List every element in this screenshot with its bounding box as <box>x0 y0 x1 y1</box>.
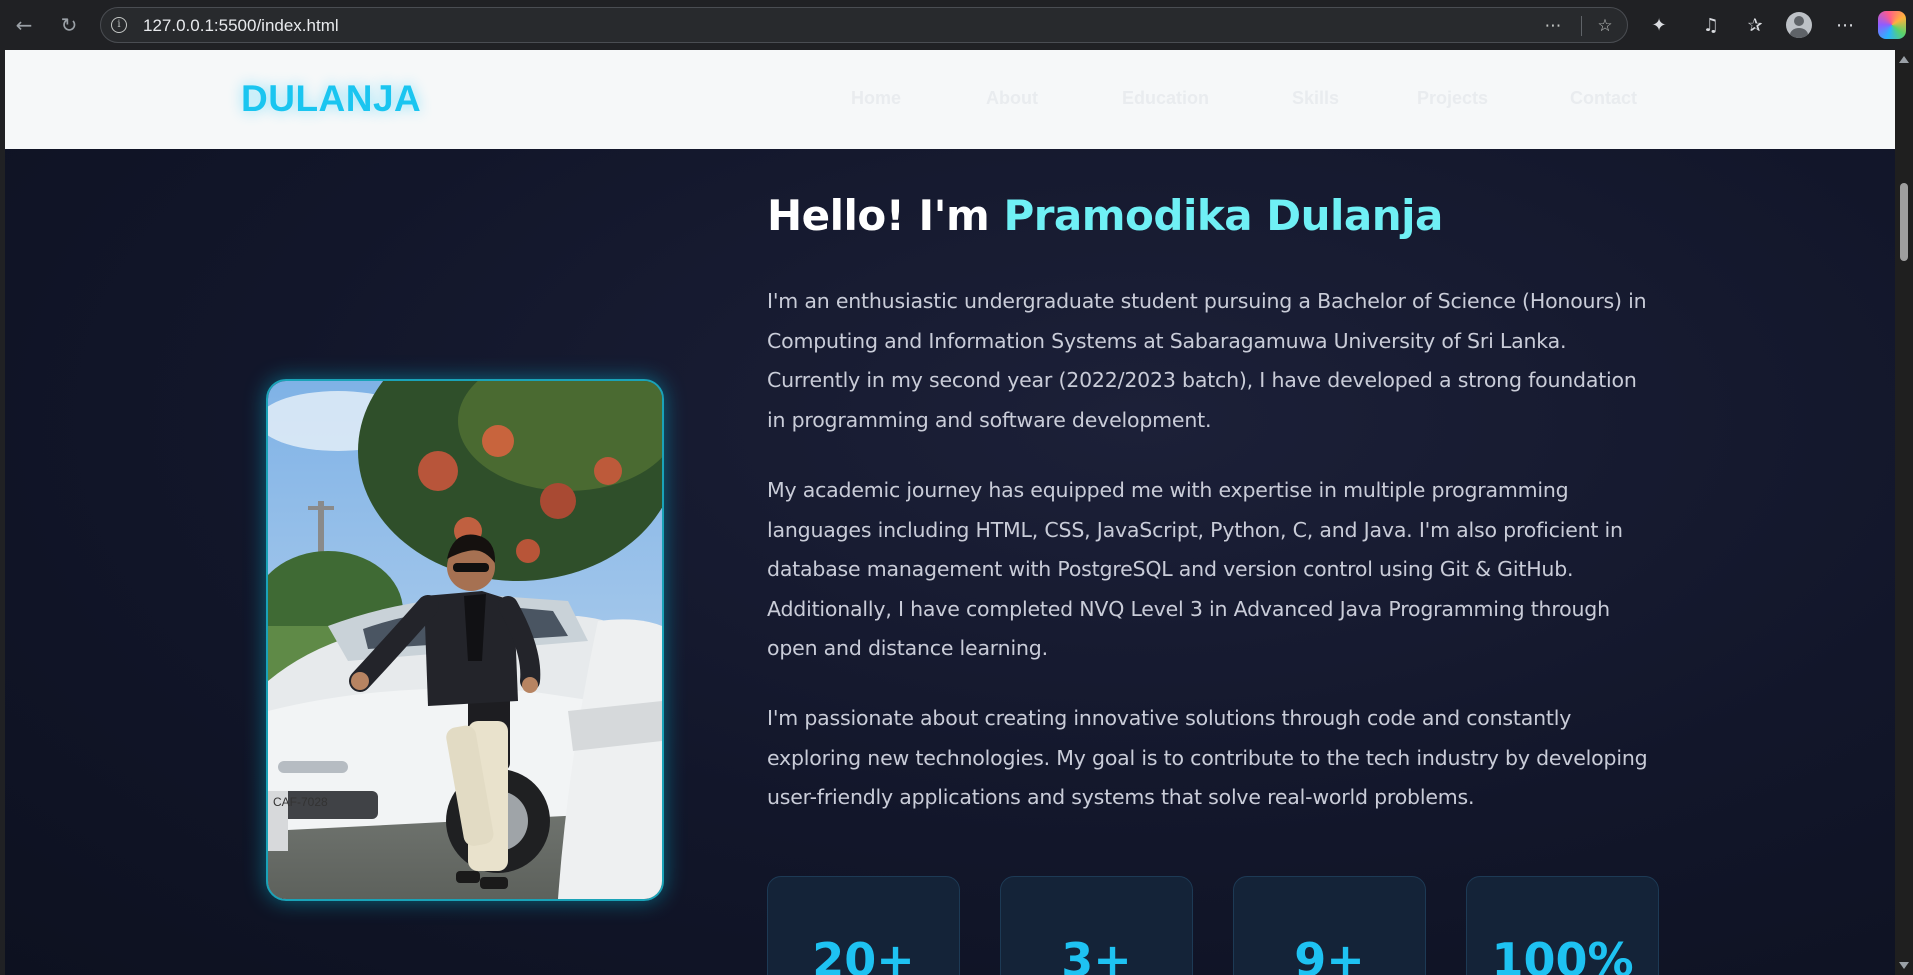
profile-photo: CAF-7028 <box>266 379 664 901</box>
hero-title: Hello! I'm Pramodika Dulanja <box>767 191 1443 240</box>
stat-value: 9+ <box>1294 933 1365 975</box>
reader-icon[interactable]: ⋯ <box>1541 14 1565 38</box>
nav-about[interactable]: About <box>986 88 1038 109</box>
stat-value: 20+ <box>812 933 915 975</box>
divider <box>1581 16 1582 36</box>
site-header: DULANJA Home About Education Skills Proj… <box>5 50 1895 149</box>
stat-card: 3+ <box>1000 876 1193 975</box>
stat-value: 3+ <box>1061 933 1132 975</box>
nav-home[interactable]: Home <box>851 88 901 109</box>
site-logo[interactable]: DULANJA <box>241 78 421 120</box>
more-icon[interactable]: ⋯ <box>1831 11 1859 39</box>
nav-projects[interactable]: Projects <box>1417 88 1488 109</box>
browser-toolbar: ← ↻ i 127.0.0.1:5500/index.html ⋯ ☆ ✦ ♫ … <box>0 0 1913 50</box>
scrollbar-thumb[interactable] <box>1900 183 1908 261</box>
favorite-star-icon[interactable]: ☆ <box>1593 14 1617 38</box>
nav-education[interactable]: Education <box>1122 88 1209 109</box>
info-icon[interactable]: i <box>111 17 127 33</box>
back-arrow-icon[interactable]: ← <box>8 9 40 41</box>
profile-icon[interactable] <box>1786 12 1812 38</box>
svg-text:CAF-7028: CAF-7028 <box>273 795 328 809</box>
extensions-icon[interactable]: ✦ <box>1645 11 1673 39</box>
media-icon[interactable]: ♫ <box>1697 11 1725 39</box>
scroll-up-icon[interactable] <box>1899 56 1909 63</box>
nav-contact[interactable]: Contact <box>1570 88 1637 109</box>
about-paragraph: My academic journey has equipped me with… <box>767 478 1623 661</box>
stat-card: 9+ <box>1233 876 1426 975</box>
profile-photo-image: CAF-7028 <box>268 381 662 899</box>
hero-name: Pramodika Dulanja <box>1003 191 1443 240</box>
nav-skills[interactable]: Skills <box>1292 88 1339 109</box>
reload-icon[interactable]: ↻ <box>53 9 85 41</box>
about-paragraph: I'm passionate about creating innovative… <box>767 706 1648 810</box>
hero-greeting: Hello! I'm <box>767 191 1004 240</box>
page-viewport: DULANJA Home About Education Skills Proj… <box>5 50 1895 975</box>
stat-value: 100% <box>1491 933 1634 975</box>
stat-card: 100% <box>1466 876 1659 975</box>
address-bar[interactable]: i 127.0.0.1:5500/index.html ⋯ ☆ <box>100 7 1628 43</box>
url-text[interactable]: 127.0.0.1:5500/index.html <box>143 16 339 36</box>
page-scrollbar[interactable] <box>1895 50 1913 975</box>
scroll-down-icon[interactable] <box>1899 962 1909 969</box>
stat-card: 20+ <box>767 876 960 975</box>
copilot-icon[interactable] <box>1878 11 1906 39</box>
favorites-icon[interactable]: ✰ <box>1741 11 1769 39</box>
about-paragraph: I'm an enthusiastic undergraduate studen… <box>767 289 1647 432</box>
